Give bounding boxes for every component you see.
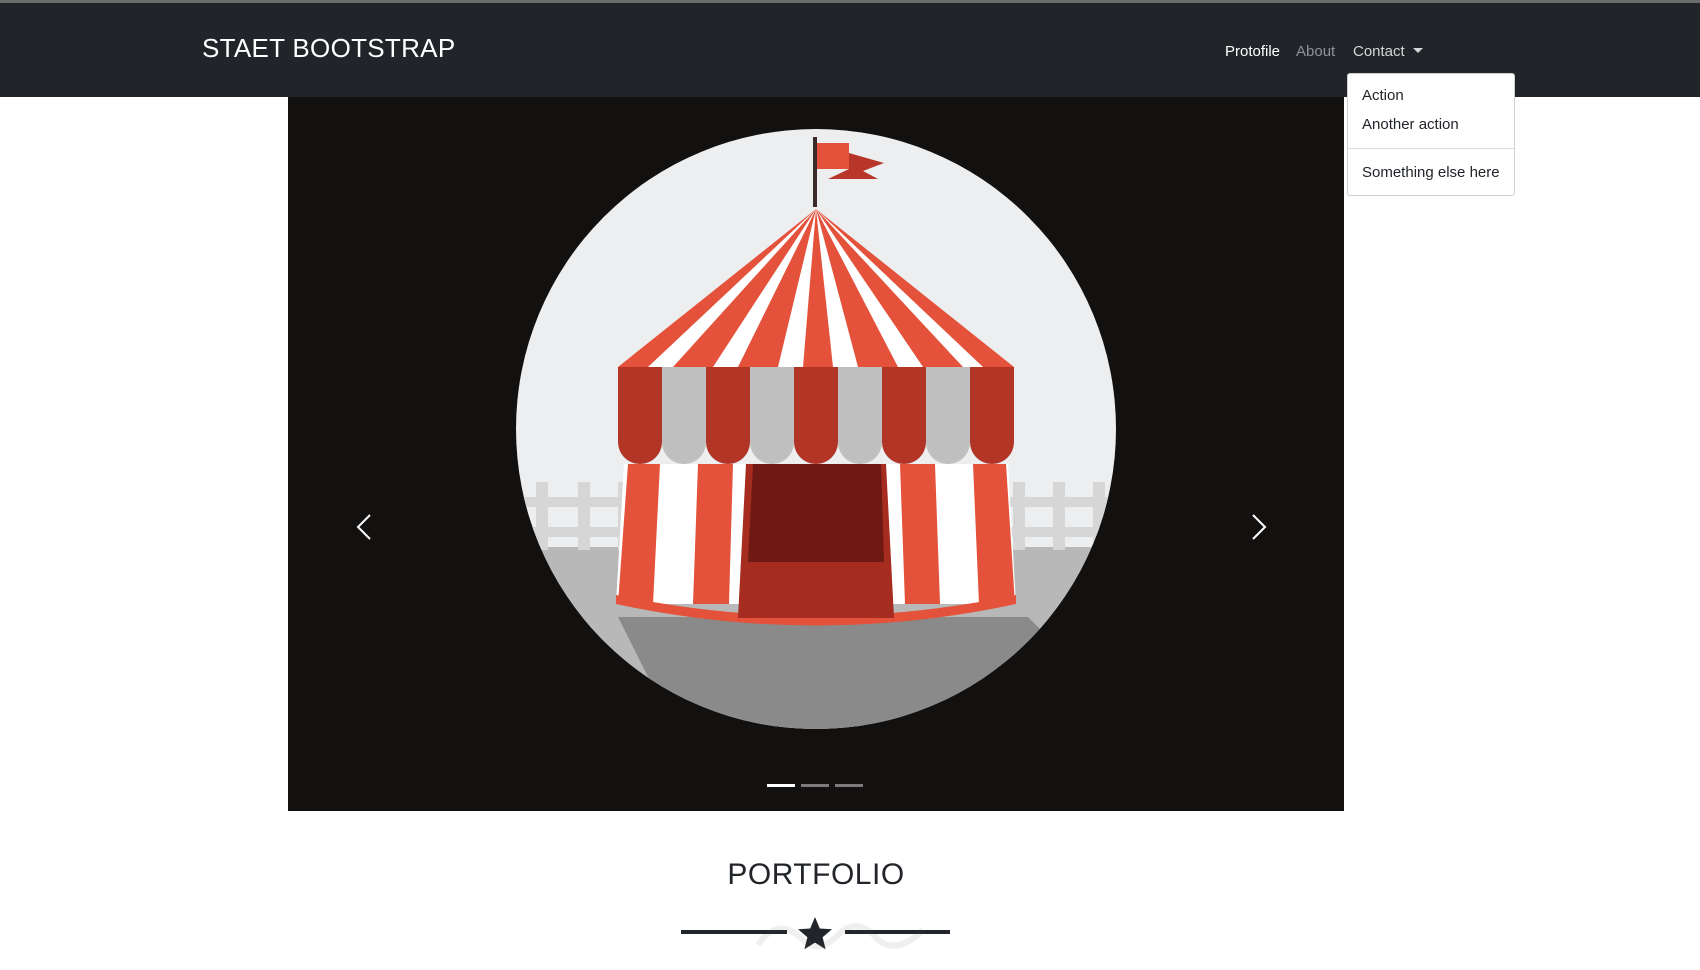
carousel-indicator-1[interactable] (767, 784, 795, 787)
nav-link-contact[interactable]: Contact (1353, 43, 1423, 60)
portfolio-title: PORTFOLIO (727, 858, 905, 891)
nav-link-contact-label: Contact (1353, 43, 1405, 60)
page: STAET BOOTSTRAP Protofile About Contact (0, 0, 1700, 970)
carousel-next-control[interactable] (1240, 497, 1280, 557)
dropdown-item-action[interactable]: Action (1362, 87, 1404, 104)
nav-link-about[interactable]: About (1296, 43, 1335, 60)
dropdown-item-something-else[interactable]: Something else here (1362, 164, 1500, 181)
carousel (288, 97, 1344, 811)
chevron-right-icon (1252, 514, 1267, 540)
watermark-logo (755, 923, 926, 950)
nav-link-protofile[interactable]: Protofile (1225, 43, 1280, 60)
caret-down-icon (1412, 48, 1423, 53)
carousel-indicators (767, 784, 887, 794)
carousel-prev-control[interactable] (343, 497, 383, 557)
chevron-left-icon (356, 514, 371, 540)
dropdown-item-another-action[interactable]: Another action (1362, 116, 1459, 133)
circus-tent-illustration (516, 129, 1116, 729)
dropdown-divider (1348, 148, 1514, 149)
carousel-indicator-2[interactable] (801, 784, 829, 787)
carousel-indicator-3[interactable] (835, 784, 863, 787)
navbar-brand[interactable]: STAET BOOTSTRAP (202, 33, 455, 64)
contact-dropdown-menu: Action Another action Something else her… (1347, 73, 1515, 196)
